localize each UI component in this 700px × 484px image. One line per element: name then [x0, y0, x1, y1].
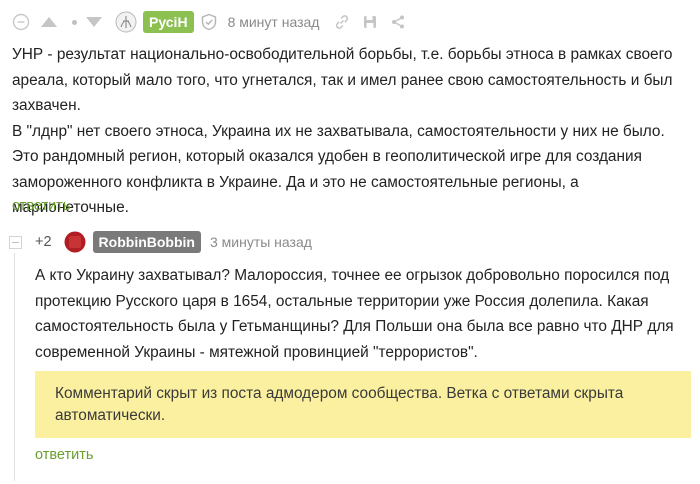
comment-2-header: +2 RobbinBobbin 3 минуты назад	[35, 231, 312, 253]
shield-icon	[201, 13, 216, 31]
comment-1-header: РусіН 8 минут назад	[12, 11, 407, 33]
collapse-circle-icon[interactable]	[12, 13, 30, 31]
thread-line[interactable]	[14, 253, 15, 481]
avatar[interactable]	[115, 11, 137, 33]
collapse-thread-button[interactable]	[9, 236, 22, 249]
comment-2-body: А кто Украину захватывал? Малороссия, то…	[35, 267, 674, 361]
comment-2-timestamp[interactable]: 3 минуты назад	[210, 234, 312, 250]
comment-2-reply-link[interactable]: ответить	[35, 447, 93, 463]
upvote-arrow-icon[interactable]	[40, 13, 58, 31]
comment-1-paragraph: УНР - результат национально-освободитель…	[12, 46, 673, 114]
comment-2-rating: +2	[35, 234, 52, 250]
comment-1-timestamp[interactable]: 8 минут назад	[228, 14, 320, 30]
comment-1-username[interactable]: РусіН	[143, 11, 194, 33]
avatar[interactable]	[64, 231, 86, 253]
save-icon[interactable]	[361, 13, 379, 31]
downvote-arrow-icon[interactable]	[85, 13, 103, 31]
comment-2-username[interactable]: RobbinBobbin	[92, 231, 201, 253]
comment-1-body: УНР - результат национально-освободитель…	[12, 42, 688, 221]
comment-1-paragraph: В "лднр" нет своего этноса, Украина их н…	[12, 122, 665, 217]
comment-1-reply-link[interactable]: ответить	[12, 198, 70, 214]
link-icon[interactable]	[333, 13, 351, 31]
hidden-comment-notice: Комментарий скрыт из поста адмодером соо…	[35, 371, 691, 438]
comment-1-rating-dot	[72, 19, 77, 25]
share-icon[interactable]	[389, 13, 407, 31]
